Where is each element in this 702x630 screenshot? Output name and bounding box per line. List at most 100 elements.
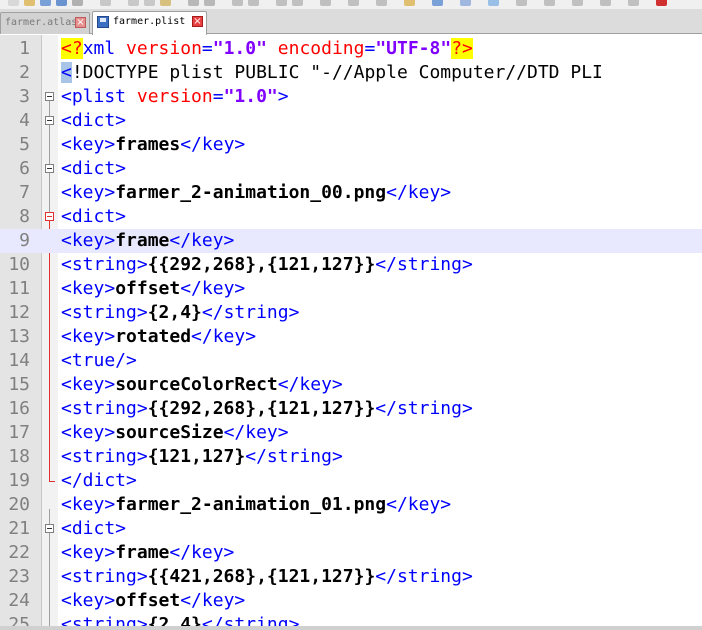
token-text: {{421,268},{121,127}}: [147, 566, 376, 587]
token-text: frames: [115, 134, 181, 155]
tab-farmer-atlas[interactable]: farmer.atlas ×: [0, 12, 90, 34]
redo-icon[interactable]: [204, 0, 215, 6]
code-line[interactable]: 6 <dict>: [0, 157, 702, 181]
indent-guide-icon[interactable]: [404, 0, 415, 6]
code-editor[interactable]: 1 <?xml version="1.0" encoding="UTF-8"?> 2…: [0, 35, 702, 630]
code-line[interactable]: 10 <string>{{292,268},{121,127}}</string>: [0, 253, 702, 277]
line-text: <key>farmer_2-animation_01.png</key>: [61, 493, 451, 517]
line-text: <string>{2,4}</string>: [61, 301, 299, 325]
line-number: 20: [8, 494, 30, 515]
token-pi: <?: [61, 38, 83, 59]
code-line[interactable]: 20 <key>farmer_2-animation_01.png</key>: [0, 493, 702, 517]
code-line[interactable]: 1 <?xml version="1.0" encoding="UTF-8"?>: [0, 37, 702, 61]
token-text: offset: [115, 278, 181, 299]
new-file-icon[interactable]: [8, 0, 19, 6]
spell-check-icon[interactable]: [656, 0, 667, 6]
zoom-out-icon[interactable]: [292, 0, 303, 6]
line-number: 10: [8, 254, 30, 275]
line-text: <dict>: [61, 517, 126, 541]
line-number: 6: [19, 158, 30, 179]
code-line[interactable]: 11 <key>offset</key>: [0, 277, 702, 301]
show-all-chars-icon[interactable]: [376, 0, 387, 6]
code-line[interactable]: 23 <string>{{421,268},{121,127}}</string>: [0, 565, 702, 589]
line-text: <key>rotated</key>: [61, 325, 256, 349]
token-tag: <key>: [61, 278, 116, 299]
macro-play-icon[interactable]: [572, 0, 583, 6]
code-line[interactable]: 7 <key>farmer_2-animation_00.png</key>: [0, 181, 702, 205]
code-line[interactable]: 14 <true/>: [0, 349, 702, 373]
code-line[interactable]: 24 <key>offset</key>: [0, 589, 702, 613]
macro-record-icon[interactable]: [516, 0, 527, 6]
sync-scroll-icon[interactable]: [320, 0, 331, 6]
horizontal-scrollbar[interactable]: [0, 626, 702, 630]
word-wrap-icon[interactable]: [348, 0, 359, 6]
line-number: 12: [8, 302, 30, 323]
code-line[interactable]: 17 <key>sourceSize</key>: [0, 421, 702, 445]
macro-run-icon[interactable]: [600, 0, 611, 6]
code-line[interactable]: 19 </dict>: [0, 469, 702, 493]
code-line[interactable]: 15 <key>sourceColorRect</key>: [0, 373, 702, 397]
macro-stop-icon[interactable]: [544, 0, 555, 6]
toolbar: [0, 0, 702, 9]
code-line[interactable]: 2 <!DOCTYPE plist PUBLIC "-//Apple Comput…: [0, 61, 702, 85]
print-icon[interactable]: [100, 0, 111, 6]
line-text: <key>offset</key>: [61, 277, 245, 301]
token-tag: =: [212, 86, 224, 107]
token-tag: </string>: [375, 398, 473, 419]
line-number: 3: [19, 86, 30, 107]
zoom-in-icon[interactable]: [276, 0, 287, 6]
tab-label: farmer.plist: [113, 16, 186, 27]
function-list-icon[interactable]: [460, 0, 471, 6]
line-number: 8: [19, 206, 30, 227]
save-icon[interactable]: [40, 0, 51, 6]
code-line[interactable]: 16 <string>{{292,268},{121,127}}</string>: [0, 397, 702, 421]
cut-icon[interactable]: [128, 0, 139, 6]
token-doc: "-//Apple Computer//DTD PLI: [310, 62, 603, 83]
undo-icon[interactable]: [188, 0, 199, 6]
code-line[interactable]: 22 <key>frame</key>: [0, 541, 702, 565]
token-tag: </key>: [169, 230, 235, 251]
bookmark-icon[interactable]: [432, 0, 443, 6]
code-line[interactable]: 21 <dict>: [0, 517, 702, 541]
code-line[interactable]: 4 <dict>: [0, 109, 702, 133]
token-text: {{292,268},{121,127}}: [147, 398, 376, 419]
code-line[interactable]: 13 <key>rotated</key>: [0, 325, 702, 349]
code-line[interactable]: 5 <key>frames</key>: [0, 133, 702, 157]
line-text: </dict>: [61, 469, 137, 493]
line-text: <key>sourceSize</key>: [61, 421, 289, 445]
code-line[interactable]: 12 <string>{2,4}</string>: [0, 301, 702, 325]
tab-farmer-plist[interactable]: farmer.plist ×: [92, 11, 207, 35]
line-text: <string>{{292,268},{121,127}}</string>: [61, 397, 473, 421]
line-text: <string>{{292,268},{121,127}}</string>: [61, 253, 473, 277]
close-tab-icon[interactable]: ×: [75, 17, 86, 28]
token-text: {{292,268},{121,127}}: [147, 254, 376, 275]
doc-map-icon[interactable]: [488, 0, 499, 6]
line-number: 18: [8, 446, 30, 467]
replace-icon[interactable]: [248, 0, 259, 6]
token-tag: <key>: [61, 542, 116, 563]
line-number: 14: [8, 350, 30, 371]
open-file-icon[interactable]: [24, 0, 35, 6]
line-number: 7: [19, 182, 30, 203]
token-text: rotated: [115, 326, 192, 347]
paste-icon[interactable]: [160, 0, 171, 6]
macro-save-icon[interactable]: [628, 0, 639, 6]
close-icon[interactable]: [72, 0, 83, 6]
token-tag: <key>: [61, 182, 116, 203]
token-tag: <dict>: [61, 110, 127, 131]
close-tab-icon[interactable]: ×: [192, 16, 203, 27]
code-line[interactable]: 8 <dict>: [0, 205, 702, 229]
code-line[interactable]: 9 <key>frame</key>: [0, 229, 702, 253]
find-icon[interactable]: [232, 0, 243, 6]
line-text: <key>frames</key>: [61, 133, 245, 157]
code-line[interactable]: 18 <string>{121,127}</string>: [0, 445, 702, 469]
code-line[interactable]: 3 <plist version="1.0">: [0, 85, 702, 109]
token-tag: <dict>: [61, 518, 127, 539]
copy-icon[interactable]: [144, 0, 155, 6]
token-text: {2,4}: [147, 302, 202, 323]
token-tag: </key>: [223, 422, 289, 443]
save-all-icon[interactable]: [56, 0, 67, 6]
token-doclt: <: [61, 62, 72, 83]
token-tag: <key>: [61, 374, 116, 395]
token-val: "1.0": [223, 86, 278, 107]
